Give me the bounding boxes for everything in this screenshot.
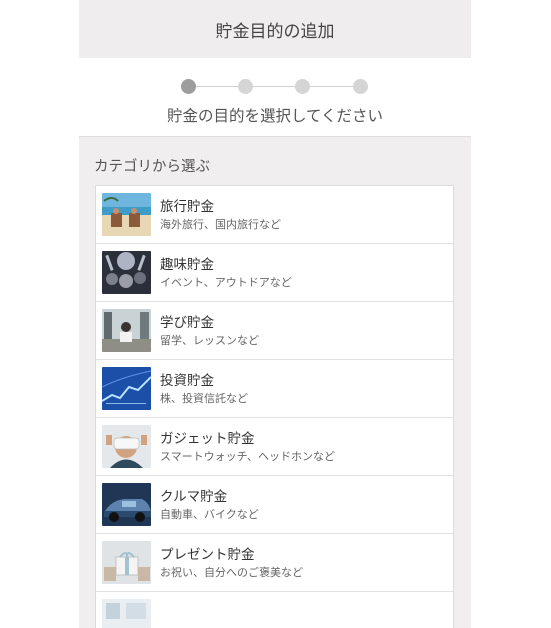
category-subtitle: イベント、アウトドアなど <box>160 275 292 289</box>
list-item-gadget[interactable]: ガジェット貯金 スマートウォッチ、ヘッドホンなど <box>96 418 453 476</box>
category-subtitle: 留学、レッスンなど <box>160 333 259 347</box>
category-title: 趣味貯金 <box>160 256 214 273</box>
list-item-present[interactable]: プレゼント貯金 お祝い、自分へのご褒美など <box>96 534 453 592</box>
step-dot-2 <box>238 79 253 94</box>
list-item-hobby[interactable]: 趣味貯金 イベント、アウトドアなど <box>96 244 453 302</box>
category-list[interactable]: 旅行貯金 海外旅行、国内旅行など 趣味貯金 イベント、アウトドアなど 学び貯金 … <box>95 185 454 628</box>
car-photo-icon <box>102 483 151 526</box>
study-photo-icon <box>102 309 151 352</box>
category-title: 旅行貯金 <box>160 198 214 215</box>
beach-photo-icon <box>102 193 151 236</box>
vr-headset-photo-icon <box>102 425 151 468</box>
category-title: クルマ貯金 <box>160 488 228 505</box>
navigation-header: 貯金目的の追加 <box>79 0 471 58</box>
step-dot-3 <box>295 79 310 94</box>
category-subtitle: 株、投資信託など <box>160 391 248 405</box>
category-subtitle: お祝い、自分へのご褒美など <box>160 565 303 579</box>
step-caption: 貯金の目的を選択してください <box>166 107 384 125</box>
progress-stepper: 貯金の目的を選択してください <box>79 58 471 137</box>
list-item-car[interactable]: クルマ貯金 自動車、バイクなど <box>96 476 453 534</box>
category-subtitle: 海外旅行、国内旅行など <box>160 217 281 231</box>
page-title: 貯金目的の追加 <box>215 21 335 42</box>
step-dot-1 <box>181 79 196 94</box>
list-item-learning[interactable]: 学び貯金 留学、レッスンなど <box>96 302 453 360</box>
category-title: 学び貯金 <box>160 314 214 331</box>
list-item-investment[interactable]: 投資貯金 株、投資信託など <box>96 360 453 418</box>
category-title: ガジェット貯金 <box>160 430 255 447</box>
category-title: プレゼント貯金 <box>160 546 255 563</box>
gift-photo-icon <box>102 541 151 584</box>
stock-chart-photo-icon <box>102 367 151 410</box>
category-title: 投資貯金 <box>160 372 214 389</box>
category-subtitle: スマートウォッチ、ヘッドホンなど <box>160 449 336 463</box>
concert-photo-icon <box>102 251 151 294</box>
step-connector-line <box>189 86 353 87</box>
category-subtitle: 自動車、バイクなど <box>160 507 259 521</box>
step-indicator <box>181 79 368 95</box>
list-item-partial[interactable] <box>96 592 453 628</box>
list-item-travel[interactable]: 旅行貯金 海外旅行、国内旅行など <box>96 186 453 244</box>
app-screen: 貯金目的の追加 貯金の目的を選択してください カテゴリから選ぶ 旅行貯金 海外旅… <box>79 0 471 628</box>
interior-photo-icon <box>102 599 151 628</box>
step-dot-4 <box>353 79 368 94</box>
section-title: カテゴリから選ぶ <box>94 159 210 175</box>
